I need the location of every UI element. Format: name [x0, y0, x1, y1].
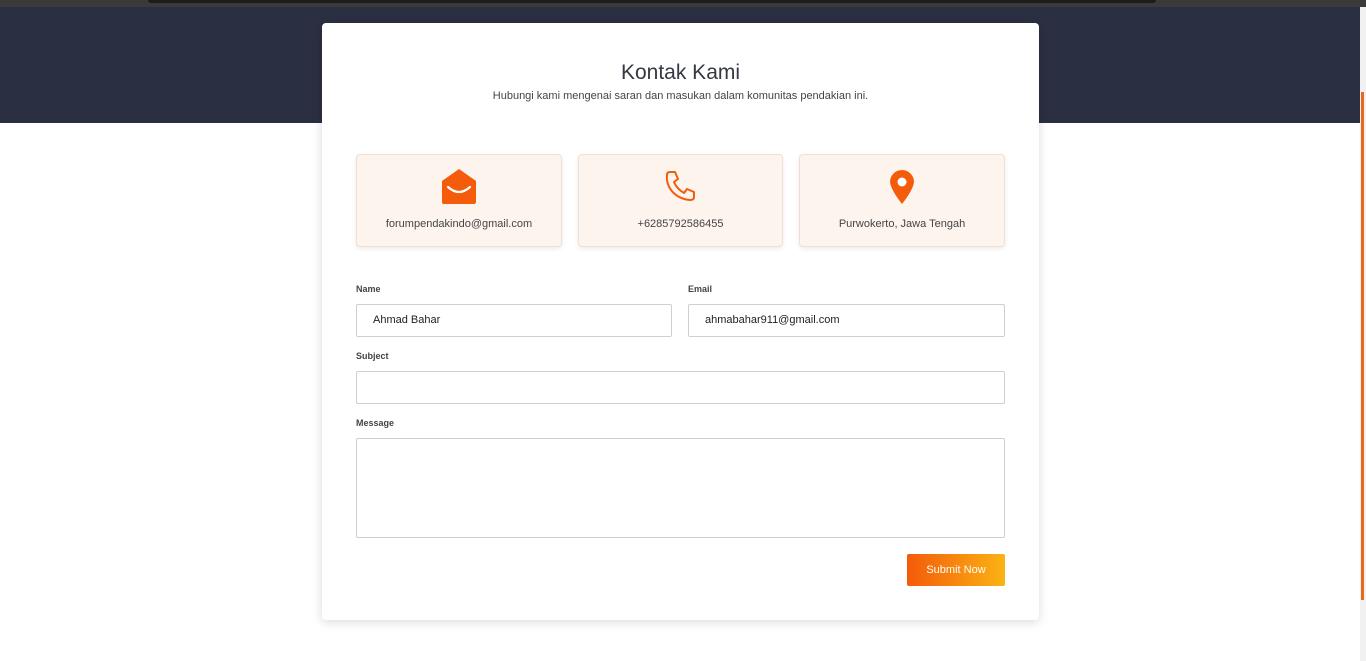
phone-icon	[665, 171, 695, 201]
subject-field[interactable]	[356, 371, 1005, 404]
email-label: Email	[688, 284, 713, 294]
envelope-icon	[442, 169, 476, 204]
browser-top-strip	[0, 0, 1366, 7]
message-textarea[interactable]	[356, 438, 1005, 538]
email-field[interactable]: ahmabahar911@gmail.com	[688, 304, 1005, 337]
phone-info-text: +6285792586455	[637, 218, 724, 230]
phone-info-box: +6285792586455	[578, 154, 783, 247]
location-pin-icon	[890, 170, 914, 204]
email-info-text: forumpendakindo@gmail.com	[385, 218, 533, 230]
location-info-box: Purwokerto, Jawa Tengah	[799, 154, 1005, 247]
name-field[interactable]: Ahmad Bahar	[356, 304, 672, 337]
page-scrollbar[interactable]	[1360, 7, 1366, 661]
submit-button[interactable]: Submit Now	[907, 554, 1005, 586]
email-info-box: forumpendakindo@gmail.com	[356, 154, 562, 247]
subject-label: Subject	[356, 351, 389, 361]
contact-card: Kontak Kami Hubungi kami mengenai saran …	[322, 23, 1039, 620]
scrollbar-thumb[interactable]	[1361, 92, 1364, 600]
name-label: Name	[356, 284, 381, 294]
page-subtitle: Hubungi kami mengenai saran dan masukan …	[492, 90, 869, 102]
browser-tab-strip	[148, 0, 1156, 3]
location-info-text: Purwokerto, Jawa Tengah	[838, 218, 966, 230]
page-title: Kontak Kami	[620, 61, 741, 84]
message-label: Message	[356, 418, 395, 428]
